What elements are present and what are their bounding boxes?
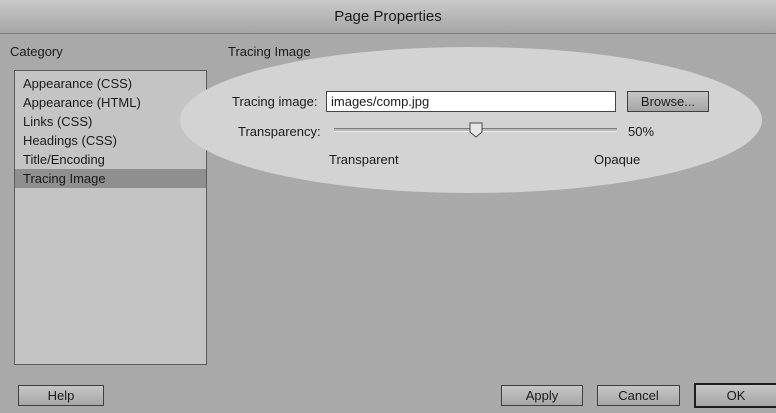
tracing-image-label: Tracing image: <box>232 94 318 109</box>
category-list: Appearance (CSS) Appearance (HTML) Links… <box>14 70 207 365</box>
transparency-value: 50% <box>628 124 655 139</box>
category-item-headings-css[interactable]: Headings (CSS) <box>15 131 206 150</box>
category-item-title-encoding[interactable]: Title/Encoding <box>15 150 206 169</box>
cancel-button[interactable]: Cancel <box>597 385 680 406</box>
panel-heading: Tracing Image <box>228 44 311 59</box>
category-heading: Category <box>10 44 63 59</box>
highlight-ellipse <box>180 47 762 193</box>
apply-button[interactable]: Apply <box>501 385 583 406</box>
transparent-label: Transparent <box>329 152 399 167</box>
browse-button[interactable]: Browse... <box>627 91 709 112</box>
help-button[interactable]: Help <box>18 385 104 406</box>
transparency-label: Transparency: <box>238 124 321 139</box>
page-properties-dialog: Page Properties Category Tracing Image A… <box>0 0 776 413</box>
ok-button[interactable]: OK <box>694 383 776 408</box>
tracing-image-input[interactable] <box>326 91 616 112</box>
opaque-label: Opaque <box>594 152 641 167</box>
category-item-appearance-css[interactable]: Appearance (CSS) <box>15 74 206 93</box>
category-item-appearance-html[interactable]: Appearance (HTML) <box>15 93 206 112</box>
category-item-tracing-image[interactable]: Tracing Image <box>15 169 206 188</box>
category-item-links-css[interactable]: Links (CSS) <box>15 112 206 131</box>
window-title: Page Properties <box>0 0 776 34</box>
slider-thumb-icon[interactable] <box>469 122 483 138</box>
